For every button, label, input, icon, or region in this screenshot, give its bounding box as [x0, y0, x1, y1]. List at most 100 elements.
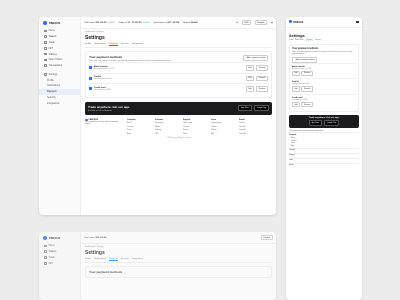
footer-link[interactable]: Help center	[183, 122, 205, 124]
sidebar-item-label: NFT	[48, 46, 54, 50]
footer-column-title: Social	[239, 118, 245, 121]
footer-link[interactable]: NFT	[155, 133, 177, 135]
currency-select[interactable]: USD	[241, 19, 252, 26]
tab-payment[interactable]: Payment	[109, 258, 118, 261]
bell-icon[interactable]: ●	[236, 22, 237, 24]
footer-link[interactable]: Guides	[211, 126, 233, 128]
add-payment-method-button[interactable]: + Add a payment method	[292, 57, 318, 63]
logo[interactable]: FINEXUS	[39, 17, 80, 28]
settings-tabs: Profile Notifications Payment Security	[289, 40, 359, 41]
tab-payment[interactable]: Payment	[305, 40, 314, 41]
card-title: Your payment methods	[89, 270, 123, 274]
google-play-button[interactable]: Google Play	[324, 120, 340, 127]
footer-link[interactable]: Blog	[127, 133, 149, 135]
stat-value: $1,291.80	[131, 21, 142, 24]
sidebar-subitem-integrations[interactable]: Integrations	[39, 100, 80, 106]
payment-methods-card: Your payment methods	[85, 266, 272, 278]
sidebar-item-nft[interactable]: NFT	[39, 260, 80, 266]
tab-notifications[interactable]: Notifications	[94, 43, 106, 46]
method-detail: Visa ending •••• 4921	[94, 88, 111, 91]
sidebar-subitem-label: Payment	[47, 90, 57, 94]
home-icon	[44, 29, 47, 33]
app-store-button[interactable]: App Store	[238, 105, 252, 112]
brand-name: FINEXUS	[49, 236, 61, 240]
stat-label: Staked	[183, 21, 190, 24]
edit-button[interactable]: Edit	[292, 70, 301, 77]
footer-link[interactable]: Videos	[211, 129, 233, 131]
language-select[interactable]: English	[255, 19, 268, 26]
tab-security[interactable]: Security	[121, 258, 129, 261]
sidebar-subitem-label: Integrations	[47, 101, 60, 105]
footer-link[interactable]: Staking	[155, 129, 177, 131]
remove-button[interactable]: Remove	[256, 65, 268, 71]
tab-integrations[interactable]: Integrations	[132, 43, 143, 46]
tab-payment[interactable]: Payment	[109, 43, 118, 46]
edit-button[interactable]: Edit	[245, 65, 255, 71]
sidebar-item-label: Home	[48, 244, 55, 248]
nft-icon	[44, 46, 47, 50]
remove-button[interactable]: Remove	[256, 75, 268, 82]
footer: FINEXUS The trusted place to buy, sell a…	[85, 118, 272, 135]
stat-value: $50,178.89	[95, 21, 107, 24]
method-detail: Visa ending •••• 4921	[292, 98, 308, 101]
tab-profile[interactable]: Profile	[85, 258, 91, 261]
remove-button[interactable]: Remove	[301, 70, 314, 77]
footer-link[interactable]: API	[211, 133, 233, 135]
footer-link[interactable]: Press	[127, 129, 149, 131]
edit-button[interactable]: Edit	[245, 86, 255, 92]
footer-column-title: Company	[127, 118, 136, 121]
google-play-button[interactable]: Google Play	[253, 105, 269, 112]
menu-icon[interactable]	[356, 21, 359, 23]
footer-link[interactable]: Crypto basics	[211, 122, 233, 124]
footer-link[interactable]: Exchange	[155, 122, 177, 124]
footer-link[interactable]: About	[127, 122, 149, 124]
page-title: Settings	[289, 33, 305, 38]
tab-notifications[interactable]: Notifications	[94, 258, 106, 261]
edit-button[interactable]: Edit	[292, 101, 301, 108]
promo-subtitle: Available on iOS and Android.	[88, 109, 112, 112]
logo[interactable]: FINEXUS	[289, 20, 303, 24]
promo-title: Trade anywhere. Get our app.	[88, 104, 131, 109]
footer-link[interactable]: Twitter	[239, 122, 261, 124]
footer-link[interactable]: LinkedIn	[239, 129, 261, 131]
footer-link[interactable]: Discord	[239, 126, 261, 128]
footer-accordion-social[interactable]: Social	[289, 162, 359, 168]
logo-mark-icon	[43, 236, 47, 240]
remove-button[interactable]: Remove	[301, 86, 314, 92]
tab-profile[interactable]: Profile	[289, 40, 294, 41]
card-description: Make sure that payment methods you add a…	[292, 51, 353, 55]
sidebar-item-label: NFT	[48, 261, 54, 265]
add-payment-method-button[interactable]: + Add a payment method	[242, 55, 268, 61]
method-detail: john.doe@finexus.com	[94, 78, 113, 81]
remove-button[interactable]: Remove	[301, 101, 314, 108]
footer-link[interactable]: YouTube	[239, 133, 261, 135]
remove-button[interactable]: Remove	[256, 86, 268, 92]
breadcrumb: Dashboard / Settings	[85, 31, 104, 33]
sidebar-item-label: Transactions	[48, 64, 63, 68]
footer-link[interactable]: Wallet	[155, 126, 177, 128]
tab-integrations[interactable]: Integrations	[132, 258, 143, 261]
sidebar-item-label: Settings	[48, 72, 58, 76]
stat-value: $4,964	[190, 21, 198, 24]
footer-link[interactable]: Status	[183, 129, 205, 131]
tab-security[interactable]: Security	[315, 40, 321, 41]
card-title: Your payment methods	[89, 55, 123, 59]
footer-link[interactable]: Contact	[183, 126, 205, 128]
tab-security[interactable]: Security	[121, 43, 129, 46]
avatar[interactable]: ◉	[271, 21, 273, 24]
brand-name: FINEXUS	[293, 21, 304, 24]
stat-value: BTC 14.209	[167, 21, 180, 24]
home-icon	[44, 244, 47, 248]
edit-button[interactable]: Edit	[292, 86, 301, 92]
payment-methods-card: Your payment methods Make sure that paym…	[85, 51, 272, 98]
app-store-button[interactable]: App Store	[308, 120, 323, 127]
list-item: Bank transfer Account number •••• 2372 Edi…	[292, 62, 356, 79]
footer-link[interactable]: Fees	[183, 133, 205, 135]
language-select[interactable]: English	[261, 234, 273, 241]
logo[interactable]: FINEXUS	[39, 232, 80, 243]
edit-button[interactable]: Edit	[245, 75, 255, 82]
desktop-settings-frame: FINEXUS Home Wallets Trade NFT Staking O…	[39, 17, 276, 215]
tab-profile[interactable]: Profile	[85, 43, 91, 46]
footer-link[interactable]: Careers	[127, 126, 149, 128]
tab-notifications[interactable]: Notifications	[295, 40, 304, 41]
